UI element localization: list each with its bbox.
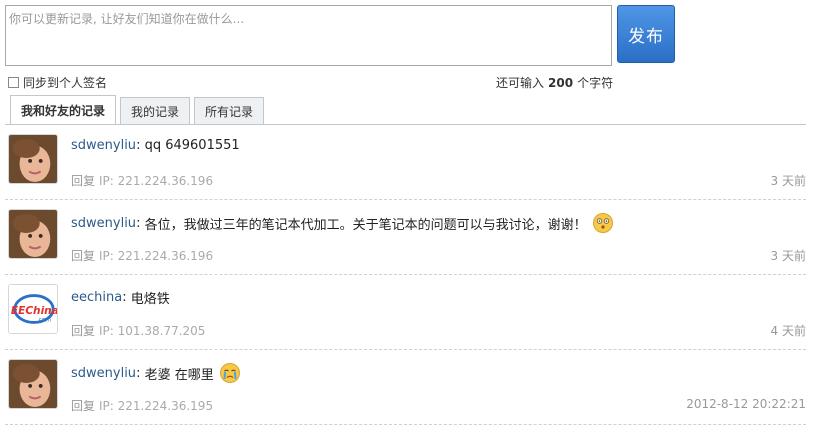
post-meta: 回复 IP: 221.224.36.195 bbox=[71, 397, 213, 414]
reply-link[interactable]: 回复 bbox=[71, 174, 95, 188]
tab-friends-records[interactable]: 我和好友的记录 bbox=[10, 95, 117, 125]
ip-address: IP: 221.224.36.196 bbox=[99, 174, 214, 188]
publish-button[interactable]: 发布 bbox=[617, 5, 675, 63]
status-composer bbox=[5, 5, 612, 66]
reply-link[interactable]: 回复 bbox=[71, 249, 95, 263]
girl-photo-avatar bbox=[9, 135, 57, 183]
eechina-logo: EEChina .com bbox=[9, 285, 57, 333]
avatar[interactable]: EEChina .com bbox=[8, 284, 58, 334]
counter-prefix: 还可输入 bbox=[496, 76, 545, 90]
post-text: 各位，我做过三年的笔记本代加工。关于笔记本的问题可以与我讨论，谢谢！ bbox=[144, 217, 587, 233]
girl-photo-avatar bbox=[9, 210, 57, 258]
post-content: sdwenyliu: qq 649601551 bbox=[71, 138, 240, 153]
post-time: 4 天前 bbox=[770, 324, 806, 338]
reply-link[interactable]: 回复 bbox=[71, 324, 95, 338]
post-meta: 回复 IP: 101.38.77.205 bbox=[71, 322, 205, 339]
post-meta: 回复 IP: 221.224.36.196 bbox=[71, 247, 213, 264]
post-time: 3 天前 bbox=[770, 249, 806, 263]
username-link[interactable]: sdwenyliu bbox=[71, 138, 136, 153]
char-counter: 还可输入 200 个字符 bbox=[496, 74, 613, 91]
tab-my-records[interactable]: 我的记录 bbox=[120, 97, 191, 124]
reply-link[interactable]: 回复 bbox=[71, 399, 95, 413]
feed-item: EEChina .com eechina: 电烙铁 回复 IP: 101.38.7… bbox=[5, 275, 806, 350]
feed-item: sdwenyliu: 老婆 在哪里 回复 IP: 221.224.36.195 2… bbox=[5, 350, 806, 425]
sync-signature-label: 同步到个人签名 bbox=[23, 76, 108, 90]
post-text: qq 649601551 bbox=[144, 138, 240, 153]
sync-signature-checkbox[interactable] bbox=[8, 77, 19, 88]
shocked-face-icon bbox=[592, 213, 613, 233]
post-time: 3 天前 bbox=[770, 174, 806, 188]
ip-address: IP: 101.38.77.205 bbox=[99, 324, 206, 338]
username-link[interactable]: sdwenyliu bbox=[71, 366, 136, 381]
post-time: 2012-8-12 20:22:21 bbox=[686, 397, 806, 411]
ip-address: IP: 221.224.36.196 bbox=[99, 249, 214, 263]
counter-value: 200 bbox=[548, 76, 574, 90]
record-tabs: 我和好友的记录 我的记录 所有记录 bbox=[10, 94, 268, 125]
record-feed: sdwenyliu: qq 649601551 回复 IP: 221.224.36… bbox=[5, 125, 806, 425]
status-input[interactable] bbox=[6, 6, 611, 65]
avatar[interactable] bbox=[8, 209, 58, 259]
sync-signature-option[interactable]: 同步到个人签名 bbox=[8, 74, 107, 91]
counter-suffix: 个字符 bbox=[577, 76, 614, 90]
logo-subtext: .com bbox=[37, 317, 52, 323]
username-link[interactable]: sdwenyliu bbox=[71, 216, 136, 231]
logo-text: EEChina bbox=[11, 305, 57, 317]
post-text: 老婆 在哪里 bbox=[144, 367, 214, 383]
feed-item: sdwenyliu: 各位，我做过三年的笔记本代加工。关于笔记本的问题可以与我讨… bbox=[5, 200, 806, 275]
post-content: eechina: 电烙铁 bbox=[71, 290, 170, 307]
post-meta: 回复 IP: 221.224.36.196 bbox=[71, 172, 213, 189]
crying-face-icon bbox=[219, 363, 240, 383]
girl-photo-avatar bbox=[9, 360, 57, 408]
ip-address: IP: 221.224.36.195 bbox=[99, 399, 214, 413]
avatar[interactable] bbox=[8, 134, 58, 184]
tab-all-records[interactable]: 所有记录 bbox=[194, 97, 265, 124]
username-link[interactable]: eechina bbox=[71, 290, 122, 305]
post-text: 电烙铁 bbox=[130, 292, 170, 307]
post-content: sdwenyliu: 老婆 在哪里 bbox=[71, 363, 240, 383]
avatar[interactable] bbox=[8, 359, 58, 409]
feed-item: sdwenyliu: qq 649601551 回复 IP: 221.224.36… bbox=[5, 125, 806, 200]
post-content: sdwenyliu: 各位，我做过三年的笔记本代加工。关于笔记本的问题可以与我讨… bbox=[71, 213, 613, 233]
